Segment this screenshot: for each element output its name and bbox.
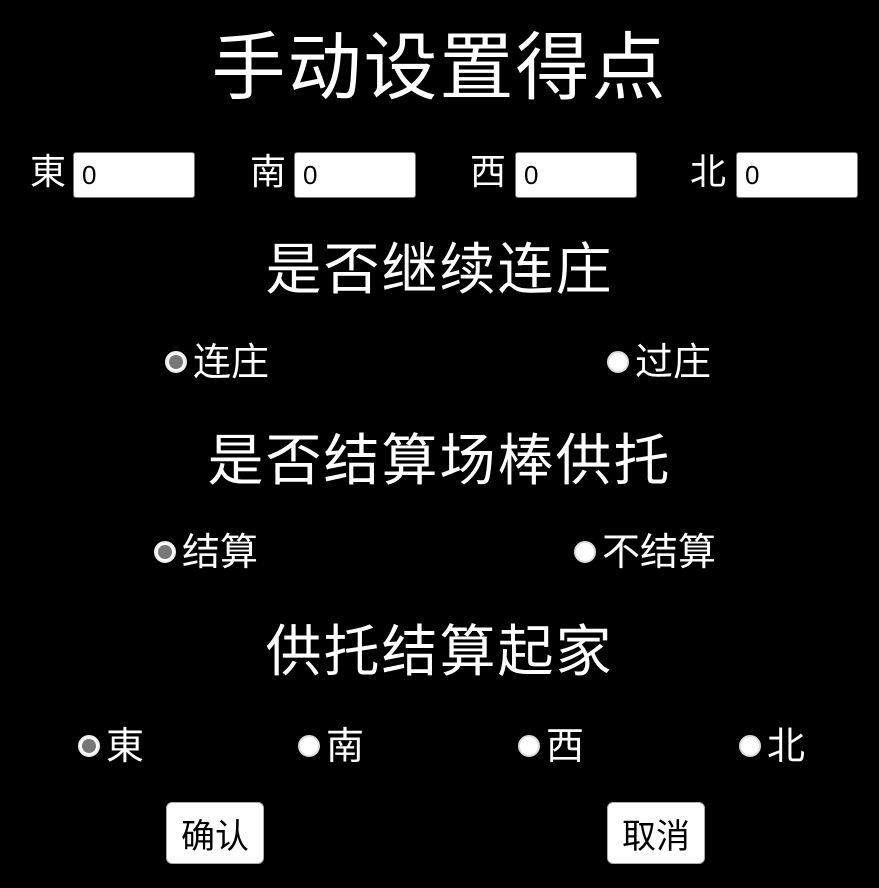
radio-label: 过庄 xyxy=(635,340,712,384)
cancel-button[interactable]: 取消 xyxy=(607,802,705,864)
score-input-east[interactable] xyxy=(73,152,195,198)
radio-button[interactable] xyxy=(607,351,629,373)
score-input-north[interactable] xyxy=(736,152,858,198)
radio-settle-yes[interactable]: 结算 xyxy=(154,530,258,574)
start-seat-section-title: 供托结算起家 xyxy=(265,620,614,685)
score-label-east: 東 xyxy=(30,152,67,193)
renchan-section-title: 是否继续连庄 xyxy=(265,238,614,303)
radio-button[interactable] xyxy=(78,735,100,757)
radio-button[interactable] xyxy=(165,351,187,373)
radio-start-north[interactable]: 北 xyxy=(739,724,805,768)
radio-start-west[interactable]: 西 xyxy=(518,724,584,768)
score-input-west[interactable] xyxy=(515,152,637,198)
radio-button[interactable] xyxy=(298,735,320,757)
settle-section-title: 是否结算场棒供托 xyxy=(207,429,672,494)
score-label-west: 西 xyxy=(470,152,507,193)
radio-label: 南 xyxy=(326,724,365,768)
score-input-south[interactable] xyxy=(294,152,416,198)
score-label-south: 南 xyxy=(250,152,287,193)
confirm-button[interactable]: 确认 xyxy=(166,802,264,864)
radio-label: 北 xyxy=(767,724,806,768)
score-label-north: 北 xyxy=(690,152,727,193)
radio-button[interactable] xyxy=(518,735,540,757)
radio-button[interactable] xyxy=(574,541,596,563)
radio-label: 東 xyxy=(106,724,145,768)
score-inputs-row: 東 南 西 北 xyxy=(0,150,879,198)
page-title: 手动设置得点 xyxy=(211,25,668,111)
radio-button[interactable] xyxy=(154,541,176,563)
radio-label: 结算 xyxy=(182,530,259,574)
score-setting-dialog: 手动设置得点 東 南 西 北 是否继续连庄 连庄 过庄 是否结算场棒供托 结算 … xyxy=(0,0,879,888)
radio-renchan-continue[interactable]: 连庄 xyxy=(165,340,269,384)
radio-label: 西 xyxy=(546,724,585,768)
radio-start-east[interactable]: 東 xyxy=(78,724,144,768)
radio-label: 不结算 xyxy=(602,530,717,574)
radio-renchan-pass[interactable]: 过庄 xyxy=(607,340,711,384)
radio-start-south[interactable]: 南 xyxy=(298,724,364,768)
radio-button[interactable] xyxy=(739,735,761,757)
radio-label: 连庄 xyxy=(193,340,270,384)
radio-settle-no[interactable]: 不结算 xyxy=(574,530,716,574)
